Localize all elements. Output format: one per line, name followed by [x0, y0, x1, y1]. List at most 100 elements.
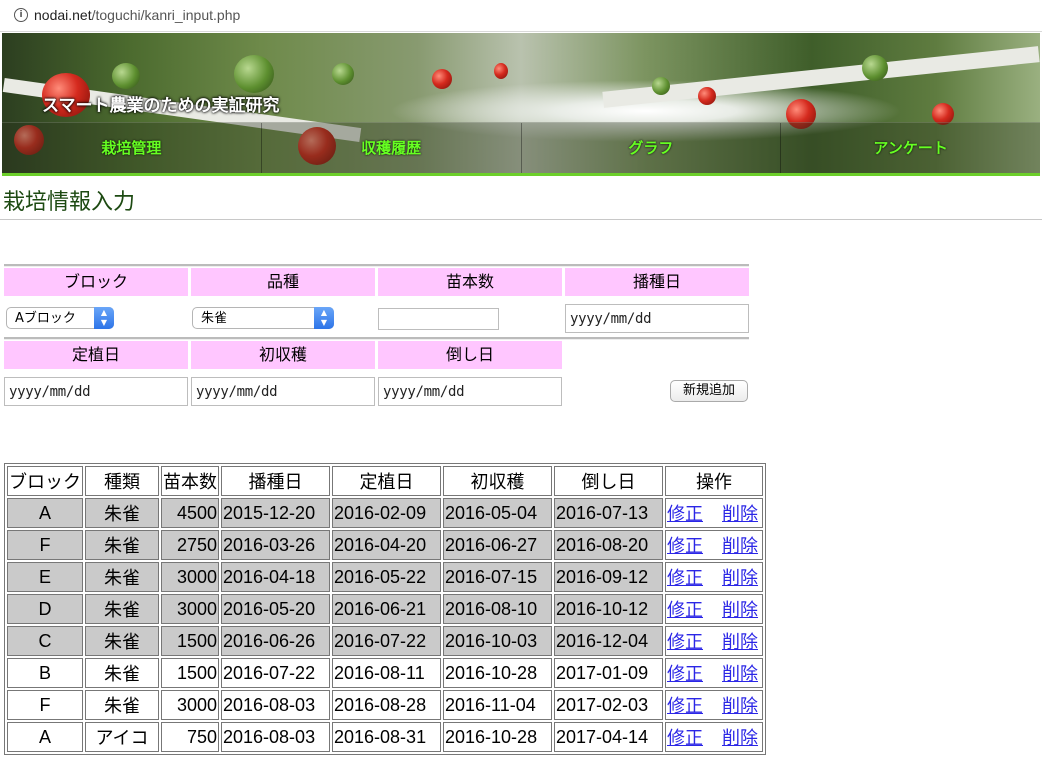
edit-link[interactable]: 修正	[667, 728, 703, 748]
cell-variety: 朱雀	[85, 626, 159, 656]
label-seedlings: 苗本数	[378, 268, 562, 296]
tomato-image	[698, 87, 716, 105]
nav-survey[interactable]: アンケート	[781, 123, 1040, 174]
divider	[0, 219, 1042, 220]
delete-link[interactable]: 削除	[722, 504, 758, 524]
page-title: 栽培情報入力	[3, 190, 136, 215]
cell-operations: 修正 削除	[665, 658, 763, 688]
col-planting: 定植日	[332, 466, 441, 496]
cell-sowing: 2016-06-26	[221, 626, 330, 656]
cell-variety: アイコ	[85, 722, 159, 752]
cell-planting: 2016-06-21	[332, 594, 441, 624]
block-select-value: Aブロック	[15, 311, 76, 326]
cell-sowing: 2016-04-18	[221, 562, 330, 592]
cell-knockdown: 2016-09-12	[554, 562, 663, 592]
select-arrows-icon: ▲ ▼	[94, 307, 114, 329]
cell-knockdown: 2017-02-03	[554, 690, 663, 720]
tomato-image	[432, 69, 452, 89]
first-harvest-input[interactable]: yyyy/mm/dd	[191, 377, 375, 406]
link-spacer	[703, 568, 718, 588]
col-operations: 操作	[665, 466, 763, 496]
cell-first-harvest: 2016-08-10	[443, 594, 552, 624]
cell-first-harvest: 2016-06-27	[443, 530, 552, 560]
cell-planting: 2016-07-22	[332, 626, 441, 656]
delete-link[interactable]: 削除	[722, 728, 758, 748]
label-block: ブロック	[4, 268, 188, 296]
cell-seedlings: 750	[161, 722, 219, 752]
tomato-image	[862, 55, 888, 81]
delete-link[interactable]: 削除	[722, 536, 758, 556]
cell-planting: 2016-04-20	[332, 530, 441, 560]
banner-divider	[2, 173, 1040, 176]
cell-variety: 朱雀	[85, 658, 159, 688]
cell-seedlings: 2750	[161, 530, 219, 560]
table-row: E 朱雀 3000 2016-04-18 2016-05-22 2016-07-15 201…	[7, 562, 763, 592]
cell-sowing: 2016-03-26	[221, 530, 330, 560]
sowing-date-input[interactable]: yyyy/mm/dd	[565, 304, 749, 333]
delete-link[interactable]: 削除	[722, 600, 758, 620]
cell-operations: 修正 削除	[665, 722, 763, 752]
edit-link[interactable]: 修正	[667, 504, 703, 524]
edit-link[interactable]: 修正	[667, 568, 703, 588]
variety-select-value: 朱雀	[201, 311, 228, 326]
table-header-row: ブロック 種類 苗本数 播種日 定植日 初収穫 倒し日 操作	[7, 466, 763, 496]
delete-link[interactable]: 削除	[722, 568, 758, 588]
cell-variety: 朱雀	[85, 530, 159, 560]
label-first-harvest: 初収穫	[191, 341, 375, 369]
cell-operations: 修正 削除	[665, 594, 763, 624]
cell-operations: 修正 削除	[665, 498, 763, 528]
block-select[interactable]: Aブロック ▲ ▼	[6, 307, 114, 329]
cell-seedlings: 1500	[161, 658, 219, 688]
cell-variety: 朱雀	[85, 594, 159, 624]
table-row: F 朱雀 3000 2016-08-03 2016-08-28 2016-11-04 201…	[7, 690, 763, 720]
label-variety: 品種	[191, 268, 375, 296]
url-text[interactable]: nodai.net/toguchi/kanri_input.php	[34, 7, 240, 23]
cell-variety: 朱雀	[85, 690, 159, 720]
edit-link[interactable]: 修正	[667, 632, 703, 652]
divider	[4, 337, 749, 340]
add-new-button[interactable]: 新規追加	[670, 380, 748, 402]
table-row: A 朱雀 4500 2015-12-20 2016-02-09 2016-05-04 201…	[7, 498, 763, 528]
col-variety: 種類	[85, 466, 159, 496]
divider	[4, 264, 749, 267]
cell-sowing: 2016-08-03	[221, 690, 330, 720]
cell-block: F	[7, 690, 83, 720]
url-host: nodai.net	[34, 7, 92, 23]
browser-address-bar[interactable]: i nodai.net/toguchi/kanri_input.php	[0, 0, 1042, 32]
edit-link[interactable]: 修正	[667, 696, 703, 716]
table-row: A アイコ 750 2016-08-03 2016-08-31 2016-10-28 201…	[7, 722, 763, 752]
table-row: C 朱雀 1500 2016-06-26 2016-07-22 2016-10-03 201…	[7, 626, 763, 656]
nav-harvest-history[interactable]: 収穫履歴	[262, 123, 522, 174]
cell-block: E	[7, 562, 83, 592]
cell-sowing: 2016-07-22	[221, 658, 330, 688]
cell-block: B	[7, 658, 83, 688]
cell-sowing: 2016-08-03	[221, 722, 330, 752]
col-knockdown: 倒し日	[554, 466, 663, 496]
planting-date-input[interactable]: yyyy/mm/dd	[4, 377, 188, 406]
link-spacer	[703, 664, 718, 684]
cell-operations: 修正 削除	[665, 530, 763, 560]
cell-sowing: 2016-05-20	[221, 594, 330, 624]
cell-planting: 2016-08-11	[332, 658, 441, 688]
knockdown-date-input[interactable]: yyyy/mm/dd	[378, 377, 562, 406]
cell-operations: 修正 削除	[665, 626, 763, 656]
delete-link[interactable]: 削除	[722, 632, 758, 652]
edit-link[interactable]: 修正	[667, 664, 703, 684]
cell-block: A	[7, 498, 83, 528]
delete-link[interactable]: 削除	[722, 696, 758, 716]
cell-knockdown: 2016-12-04	[554, 626, 663, 656]
edit-link[interactable]: 修正	[667, 600, 703, 620]
seedlings-input[interactable]	[378, 308, 499, 330]
nav-graph[interactable]: グラフ	[522, 123, 782, 174]
table-row: D 朱雀 3000 2016-05-20 2016-06-21 2016-08-10 201…	[7, 594, 763, 624]
delete-link[interactable]: 削除	[722, 664, 758, 684]
link-spacer	[703, 728, 718, 748]
info-icon[interactable]: i	[14, 8, 28, 22]
cell-planting: 2016-08-31	[332, 722, 441, 752]
table-row: F 朱雀 2750 2016-03-26 2016-04-20 2016-06-27 201…	[7, 530, 763, 560]
cell-block: A	[7, 722, 83, 752]
cell-seedlings: 3000	[161, 594, 219, 624]
nav-cultivation-management[interactable]: 栽培管理	[2, 123, 262, 174]
edit-link[interactable]: 修正	[667, 536, 703, 556]
variety-select[interactable]: 朱雀 ▲ ▼	[192, 307, 334, 329]
